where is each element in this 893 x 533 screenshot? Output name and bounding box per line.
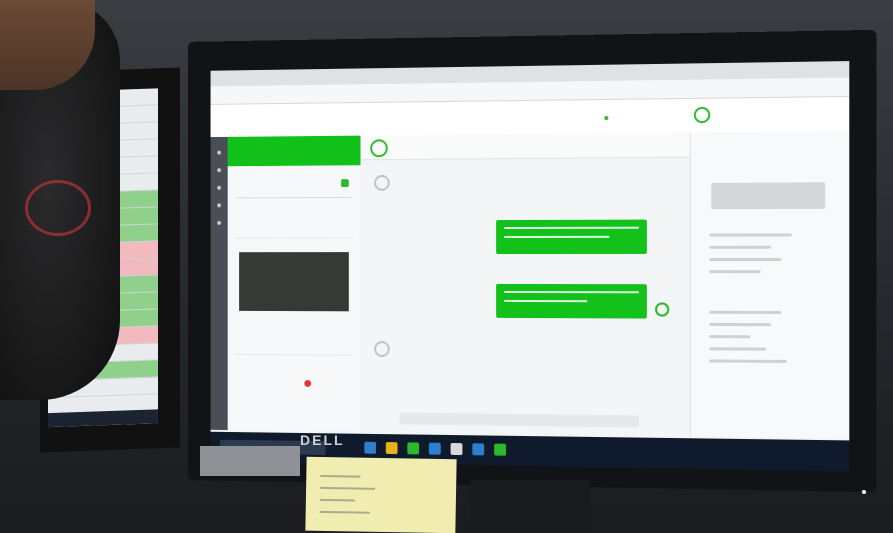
online-status-dot bbox=[604, 116, 609, 121]
nav-icon[interactable] bbox=[217, 150, 222, 155]
background-object bbox=[200, 446, 300, 476]
chat-panel bbox=[360, 132, 690, 437]
conversation-item-selected[interactable] bbox=[239, 252, 349, 312]
agent-avatar-icon bbox=[374, 174, 390, 191]
app-nav-strip bbox=[210, 136, 228, 431]
unread-alert-badge bbox=[304, 379, 312, 387]
conversation-list-header[interactable] bbox=[227, 135, 361, 167]
delivered-check-icon bbox=[655, 302, 670, 317]
add-conversation-icon[interactable] bbox=[341, 179, 349, 188]
taskbar-app-icon[interactable] bbox=[407, 442, 420, 455]
detail-row bbox=[709, 245, 772, 249]
contact-avatar-icon bbox=[370, 139, 388, 158]
nav-icon[interactable] bbox=[217, 203, 222, 208]
detail-row bbox=[709, 322, 772, 327]
detail-row bbox=[709, 347, 766, 351]
conversation-item[interactable] bbox=[235, 324, 353, 356]
baseball-cap bbox=[0, 0, 120, 400]
chat-message-input[interactable] bbox=[399, 412, 639, 428]
details-side-panel bbox=[689, 130, 850, 439]
nav-icon[interactable] bbox=[217, 185, 222, 190]
taskbar-app-icon[interactable] bbox=[450, 442, 463, 456]
conversation-item[interactable] bbox=[235, 207, 353, 239]
conversation-list-panel bbox=[227, 135, 362, 432]
cap-brim bbox=[0, 0, 95, 90]
nav-icon[interactable] bbox=[217, 168, 222, 173]
taskbar-app-icon[interactable] bbox=[494, 443, 507, 456]
detail-row bbox=[709, 310, 782, 315]
sticky-note bbox=[305, 456, 457, 533]
cap-logo bbox=[25, 180, 91, 236]
left-monitor-taskbar bbox=[48, 409, 158, 428]
detail-row bbox=[709, 270, 761, 274]
taskbar-app-icon[interactable] bbox=[428, 442, 441, 455]
notification-icon[interactable] bbox=[693, 106, 711, 124]
details-action-button[interactable] bbox=[711, 182, 826, 210]
monitor-screen bbox=[210, 61, 850, 472]
main-monitor bbox=[187, 29, 877, 495]
visitor-avatar-icon bbox=[374, 341, 390, 357]
detail-row bbox=[709, 233, 792, 237]
detail-row bbox=[709, 335, 751, 339]
power-indicator-light bbox=[861, 489, 867, 495]
taskbar-app-icon[interactable] bbox=[472, 443, 485, 456]
chat-message-bubble bbox=[496, 283, 647, 319]
detail-row bbox=[709, 257, 782, 261]
monitor-brand-logo: DELL bbox=[300, 432, 345, 448]
photo-scene: DELL bbox=[0, 0, 893, 533]
chat-message-bubble bbox=[496, 219, 647, 255]
detail-row bbox=[709, 359, 787, 364]
conversation-search-input[interactable] bbox=[235, 175, 353, 199]
taskbar-app-icon[interactable] bbox=[364, 441, 377, 454]
chat-header bbox=[360, 132, 690, 161]
taskbar-app-icon[interactable] bbox=[385, 442, 398, 455]
nav-icon[interactable] bbox=[217, 220, 222, 225]
monitor-stand bbox=[470, 480, 590, 532]
